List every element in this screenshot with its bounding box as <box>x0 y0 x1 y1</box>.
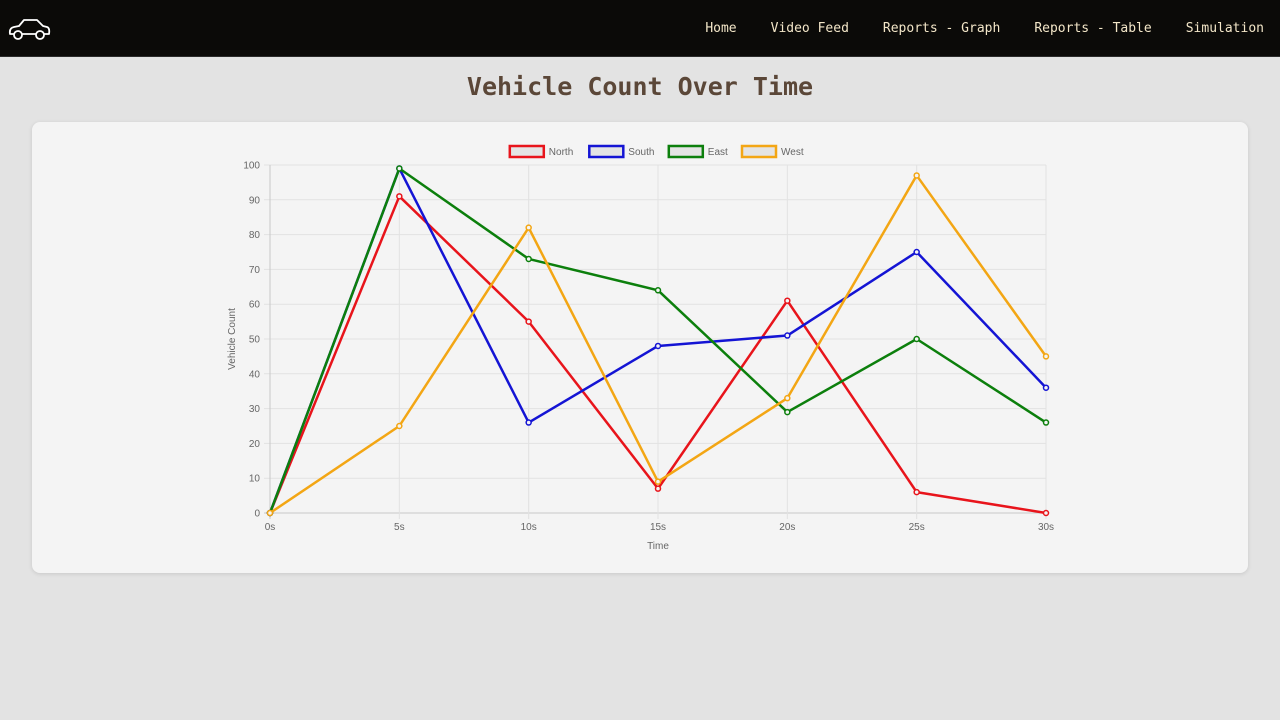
nav-reports-table-link[interactable]: Reports - Table <box>1034 21 1151 36</box>
x-tick-label: 10s <box>521 522 537 533</box>
y-tick-label: 30 <box>249 404 261 415</box>
data-point-north <box>396 193 403 200</box>
data-point-south <box>1042 384 1050 391</box>
y-tick-label: 40 <box>249 369 261 380</box>
data-point-north <box>913 488 920 496</box>
x-tick-label: 20s <box>779 522 795 533</box>
legend-swatch-south <box>588 144 625 159</box>
legend-label-east: East <box>708 147 728 158</box>
nav-reports-graph-link[interactable]: Reports - Graph <box>883 21 1000 36</box>
x-tick-label: 30s <box>1038 522 1054 533</box>
data-point-east <box>784 408 791 416</box>
line-chart: 0 10 20 30 40 50 60 70 80 90 100 0s 5s 10s 15s 20s 25s 30… <box>227 144 1054 552</box>
x-tick-label: 0s <box>265 522 276 533</box>
nav-links: Home Video Feed Reports - Graph Reports … <box>671 0 1264 57</box>
legend-label-north: North <box>549 147 573 158</box>
y-tick-label: 100 <box>243 161 260 172</box>
x-axis-title: Time <box>647 541 669 552</box>
car-icon[interactable] <box>7 16 51 42</box>
nav-home-link[interactable]: Home <box>705 21 736 36</box>
y-tick-label: 70 <box>249 265 261 276</box>
legend-swatch-west <box>740 144 778 159</box>
data-point-east <box>913 335 920 343</box>
chart-card: 0 10 20 30 40 50 60 70 80 90 100 0s 5s 10s 15s 20s 25s 30… <box>32 122 1248 573</box>
page-title: Vehicle Count Over Time <box>466 72 814 101</box>
data-point-south <box>784 332 791 339</box>
data-point-east <box>396 165 403 172</box>
y-tick-label: 0 <box>254 509 260 520</box>
y-tick-label: 20 <box>249 439 261 450</box>
data-point-west <box>784 394 791 402</box>
legend-label-south: South <box>628 147 654 158</box>
data-point-west <box>913 172 920 179</box>
y-tick-label: 90 <box>249 195 261 206</box>
data-point-west <box>525 224 532 231</box>
y-tick-label: 10 <box>249 474 261 485</box>
data-point-east <box>1042 419 1050 426</box>
data-point-west <box>654 478 662 485</box>
data-point-south <box>654 342 662 350</box>
legend-label-west: West <box>781 147 804 158</box>
data-point-north <box>525 318 532 325</box>
data-point-west <box>1042 353 1050 360</box>
navbar: Home Video Feed Reports - Graph Reports … <box>0 0 1280 57</box>
legend-swatch-east <box>667 144 705 159</box>
x-tick-label: 25s <box>909 522 925 533</box>
y-tick-label: 50 <box>249 335 261 346</box>
nav-video-feed-link[interactable]: Video Feed <box>771 21 849 36</box>
y-tick-label: 60 <box>249 300 261 311</box>
data-point-south <box>913 248 920 256</box>
data-point-west <box>266 509 274 517</box>
data-point-north <box>654 485 662 492</box>
data-point-east <box>654 287 662 294</box>
x-tick-label: 5s <box>394 522 405 533</box>
y-tick-label: 80 <box>249 230 261 241</box>
data-point-north <box>784 297 791 304</box>
data-point-east <box>525 255 532 263</box>
x-tick-label: 15s <box>650 522 666 533</box>
data-point-south <box>525 419 532 426</box>
chart-legend: North South East West <box>508 144 804 159</box>
data-point-west <box>396 422 403 430</box>
y-axis-title: Vehicle Count <box>227 308 238 370</box>
legend-swatch-north <box>508 144 546 159</box>
data-point-north <box>1042 509 1050 517</box>
nav-simulation-link[interactable]: Simulation <box>1186 21 1264 36</box>
